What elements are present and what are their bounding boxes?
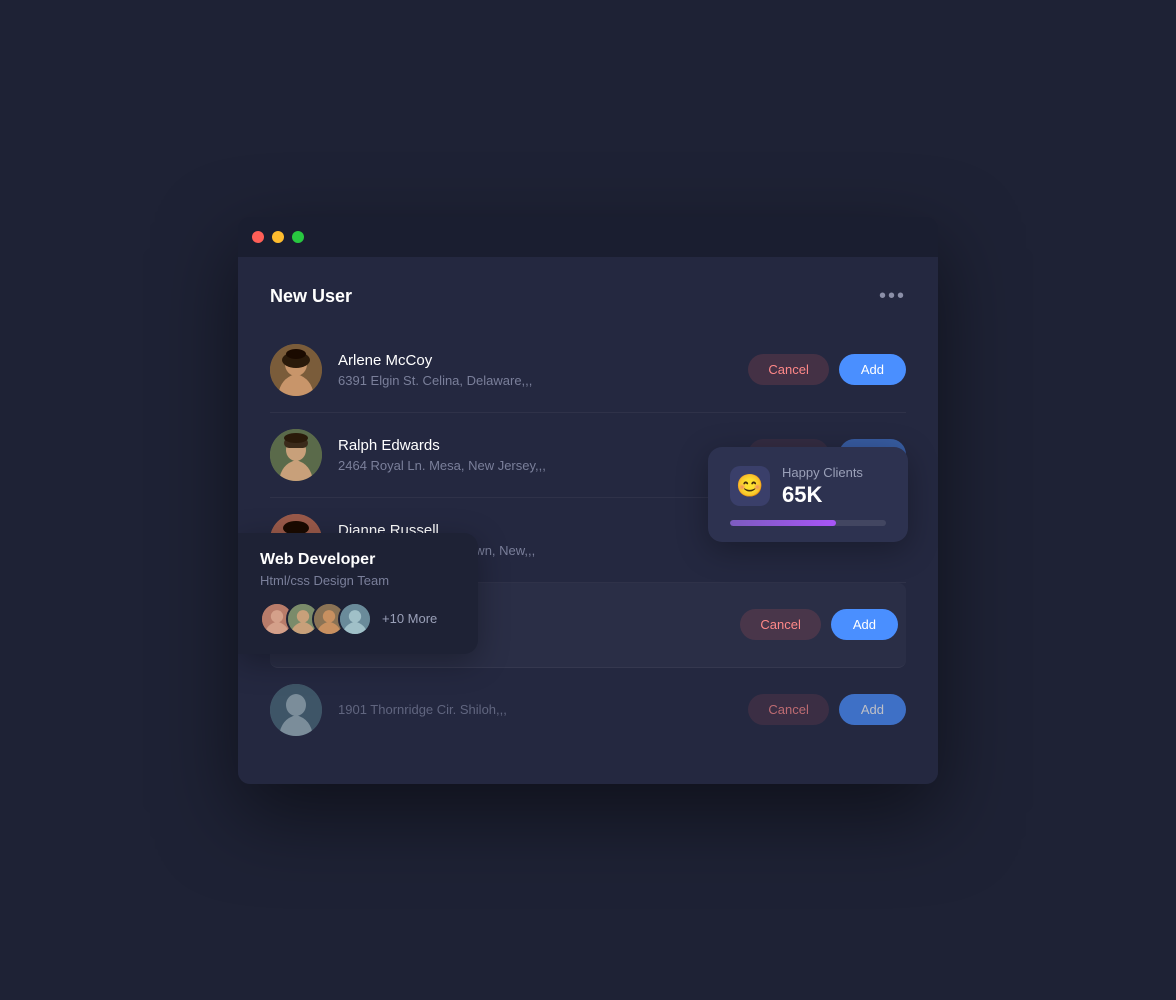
happy-clients-card: 😊 Happy Clients 65K xyxy=(708,447,908,542)
user-info-arlene: Arlene McCoy 6391 Elgin St. Celina, Dela… xyxy=(338,352,748,388)
avatar-stack: +10 More xyxy=(260,602,456,636)
happy-clients-label: Happy Clients xyxy=(782,465,863,480)
user-address-ralph: 2464 Royal Ln. Mesa, New Jersey,,, xyxy=(338,458,748,473)
user-address-unknown: 1901 Thornridge Cir. Shiloh,,, xyxy=(338,702,748,717)
action-buttons-jane: Cancel Add xyxy=(740,609,898,640)
stack-avatar-4 xyxy=(338,602,372,636)
action-buttons-unknown: Cancel Add xyxy=(748,694,906,725)
user-info-unknown: 1901 Thornridge Cir. Shiloh,,, xyxy=(338,702,748,717)
happy-clients-header: 😊 Happy Clients 65K xyxy=(730,465,886,508)
web-developer-card: Web Developer Html/css Design Team xyxy=(238,533,478,654)
cancel-button-jane[interactable]: Cancel xyxy=(740,609,820,640)
progress-bar-fill xyxy=(730,520,836,526)
user-address-arlene: 6391 Elgin St. Celina, Delaware,,, xyxy=(338,373,748,388)
section-title: New User xyxy=(270,286,352,307)
user-row-arlene: Arlene McCoy 6391 Elgin St. Celina, Dela… xyxy=(270,328,906,413)
minimize-button[interactable] xyxy=(272,231,284,243)
section-header: New User ••• xyxy=(270,285,906,308)
web-dev-subtitle: Html/css Design Team xyxy=(260,573,456,588)
user-name-arlene: Arlene McCoy xyxy=(338,352,748,369)
progress-bar-container xyxy=(730,520,886,526)
avatar-unknown xyxy=(270,684,322,736)
user-row-unknown: 1901 Thornridge Cir. Shiloh,,, Cancel Ad… xyxy=(270,668,906,752)
user-name-ralph: Ralph Edwards xyxy=(338,437,748,454)
cancel-button-unknown[interactable]: Cancel xyxy=(748,694,828,725)
avatar-arlene xyxy=(270,344,322,396)
main-content: New User ••• Arlene McCoy 639 xyxy=(238,257,938,784)
happy-clients-count: 65K xyxy=(782,482,863,508)
add-button-unknown[interactable]: Add xyxy=(839,694,906,725)
happy-clients-info: Happy Clients 65K xyxy=(782,465,863,508)
more-options-button[interactable]: ••• xyxy=(879,285,906,308)
add-button-arlene[interactable]: Add xyxy=(839,354,906,385)
app-window: New User ••• Arlene McCoy 639 xyxy=(238,217,938,784)
avatar-ralph xyxy=(270,429,322,481)
web-dev-title: Web Developer xyxy=(260,551,456,569)
maximize-button[interactable] xyxy=(292,231,304,243)
action-buttons-arlene: Cancel Add xyxy=(748,354,906,385)
title-bar xyxy=(238,217,938,257)
close-button[interactable] xyxy=(252,231,264,243)
user-info-ralph: Ralph Edwards 2464 Royal Ln. Mesa, New J… xyxy=(338,437,748,473)
cancel-button-arlene[interactable]: Cancel xyxy=(748,354,828,385)
smiley-icon: 😊 xyxy=(730,466,770,506)
add-button-jane[interactable]: Add xyxy=(831,609,898,640)
more-avatars-label: +10 More xyxy=(382,611,437,626)
